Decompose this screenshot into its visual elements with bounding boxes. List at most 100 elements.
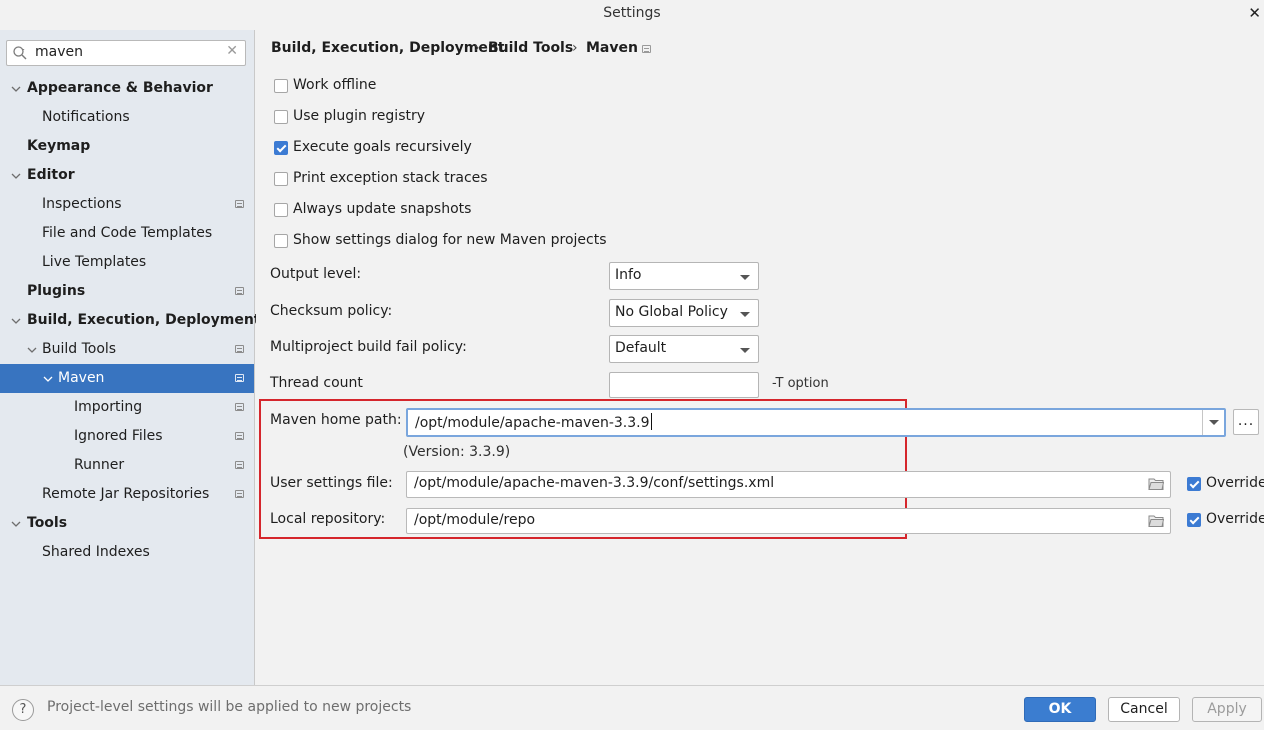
user-settings-value: /opt/module/apache-maven-3.3.9/conf/sett… [414,475,775,491]
folder-icon[interactable] [1148,477,1164,491]
print-exception-stack-traces-label: Print exception stack traces [293,170,488,186]
always-update-snapshots-checkbox[interactable] [274,203,288,217]
work-offline-label: Work offline [293,77,377,93]
show-settings-dialog-label: Show settings dialog for new Maven proje… [293,232,607,248]
chevron-down-icon[interactable] [11,84,21,94]
use-plugin-registry-label: Use plugin registry [293,108,426,124]
dropdown-arrow-icon [740,348,750,353]
ok-button[interactable]: OK [1024,697,1096,722]
close-icon[interactable]: ✕ [1248,0,1261,26]
sidebar-item-remote-jar-repositories[interactable]: Remote Jar Repositories [0,480,254,509]
settings-sidebar: maven ✕ Appearance & Behavior Notificati… [0,30,261,685]
maven-home-path-input[interactable]: /opt/module/apache-maven-3.3.9 [406,408,1226,437]
thread-count-hint: -T option [772,376,829,391]
project-settings-icon [235,461,244,469]
user-settings-override-checkbox[interactable] [1187,477,1201,491]
sidebar-item-label: Editor [27,167,75,183]
show-settings-dialog-checkbox[interactable] [274,234,288,248]
chevron-down-icon[interactable] [11,171,21,181]
local-repository-override-checkbox[interactable] [1187,513,1201,527]
sidebar-item-label: Keymap [27,138,91,154]
use-plugin-registry-checkbox[interactable] [274,110,288,124]
sidebar-item-label: Live Templates [42,254,147,270]
search-icon [13,46,27,60]
sidebar-item-label: Shared Indexes [42,544,150,560]
project-settings-icon [235,200,244,208]
window-title: Settings [603,5,661,21]
cancel-button[interactable]: Cancel [1108,697,1180,722]
always-update-snapshots-label: Always update snapshots [293,201,472,217]
execute-goals-recursively-label: Execute goals recursively [293,139,472,155]
sidebar-item-label: Importing [74,399,143,415]
dropdown-arrow-icon [740,275,750,280]
override-label: Override [1206,511,1264,527]
chevron-down-icon[interactable] [11,519,21,529]
sidebar-item-editor[interactable]: Editor [0,161,254,190]
breadcrumb-separator: › [572,40,578,56]
sidebar-item-tools[interactable]: Tools [0,509,254,538]
breadcrumb-build-execution-deployment[interactable]: Build, Execution, Deployment [271,40,505,56]
sidebar-item-maven[interactable]: Maven [0,364,254,393]
output-level-label: Output level: [270,266,362,282]
sidebar-item-build-tools[interactable]: Build Tools [0,335,254,364]
sidebar-item-label: Plugins [27,283,86,299]
chevron-down-icon[interactable] [27,345,37,355]
output-level-select[interactable]: Info [609,262,759,290]
checksum-policy-label: Checksum policy: [270,303,393,319]
sidebar-item-keymap[interactable]: Keymap [0,132,254,161]
search-input[interactable]: maven ✕ [6,40,246,66]
override-label: Override [1206,475,1264,491]
dropdown-arrow-icon[interactable] [1202,410,1224,435]
dialog-footer: ? Project-level settings will be applied… [0,685,1264,730]
folder-icon[interactable] [1148,514,1164,528]
thread-count-input[interactable] [609,372,759,398]
sidebar-item-label: Ignored Files [74,428,163,444]
project-settings-icon [642,45,651,53]
help-icon[interactable]: ? [12,699,34,721]
user-settings-file-input[interactable]: /opt/module/apache-maven-3.3.9/conf/sett… [406,471,1171,498]
chevron-down-icon[interactable] [43,374,53,384]
execute-goals-recursively-checkbox[interactable] [274,141,288,155]
local-repository-input[interactable]: /opt/module/repo [406,508,1171,534]
sidebar-item-label: Remote Jar Repositories [42,486,210,502]
sidebar-item-inspections[interactable]: Inspections [0,190,254,219]
sidebar-item-importing[interactable]: Importing [0,393,254,422]
work-offline-checkbox[interactable] [274,79,288,93]
sidebar-item-appearance-behavior[interactable]: Appearance & Behavior [0,74,254,103]
checksum-policy-value: No Global Policy [615,304,728,320]
chevron-down-icon[interactable] [11,316,21,326]
sidebar-item-runner[interactable]: Runner [0,451,254,480]
sidebar-item-notifications[interactable]: Notifications [0,103,254,132]
sidebar-item-file-code-templates[interactable]: File and Code Templates [0,219,254,248]
checksum-policy-select[interactable]: No Global Policy [609,299,759,327]
sidebar-item-label: Build, Execution, Deployment [27,312,261,328]
browse-button[interactable]: ... [1233,409,1259,435]
local-repository-value: /opt/module/repo [414,512,536,528]
print-exception-stack-traces-checkbox[interactable] [274,172,288,186]
sidebar-item-ignored-files[interactable]: Ignored Files [0,422,254,451]
fail-policy-label: Multiproject build fail policy: [270,339,467,355]
sidebar-item-label: Maven [58,370,105,386]
breadcrumb-maven: Maven [586,40,638,56]
user-settings-label: User settings file: [270,475,393,491]
maven-home-value: /opt/module/apache-maven-3.3.9 [415,413,652,431]
project-settings-icon [235,287,244,295]
clear-search-icon[interactable]: ✕ [226,43,238,59]
search-value: maven [35,44,83,60]
fail-policy-select[interactable]: Default [609,335,759,363]
apply-button[interactable]: Apply [1192,697,1262,722]
thread-count-label: Thread count [270,375,363,391]
sidebar-item-build-execution-deployment[interactable]: Build, Execution, Deployment [0,306,261,335]
sidebar-item-label: Build Tools [42,341,117,357]
fail-policy-value: Default [615,340,667,356]
breadcrumb-separator: › [474,40,480,56]
breadcrumb-build-tools[interactable]: Build Tools [488,40,573,56]
sidebar-item-plugins[interactable]: Plugins [0,277,254,306]
sidebar-item-label: Appearance & Behavior [27,80,213,96]
sidebar-item-live-templates[interactable]: Live Templates [0,248,254,277]
window-titlebar: Settings ✕ [0,0,1264,28]
project-settings-icon [235,403,244,411]
sidebar-item-label: Tools [27,515,68,531]
sidebar-item-shared-indexes[interactable]: Shared Indexes [0,538,254,567]
status-message: Project-level settings will be applied t… [47,699,412,715]
